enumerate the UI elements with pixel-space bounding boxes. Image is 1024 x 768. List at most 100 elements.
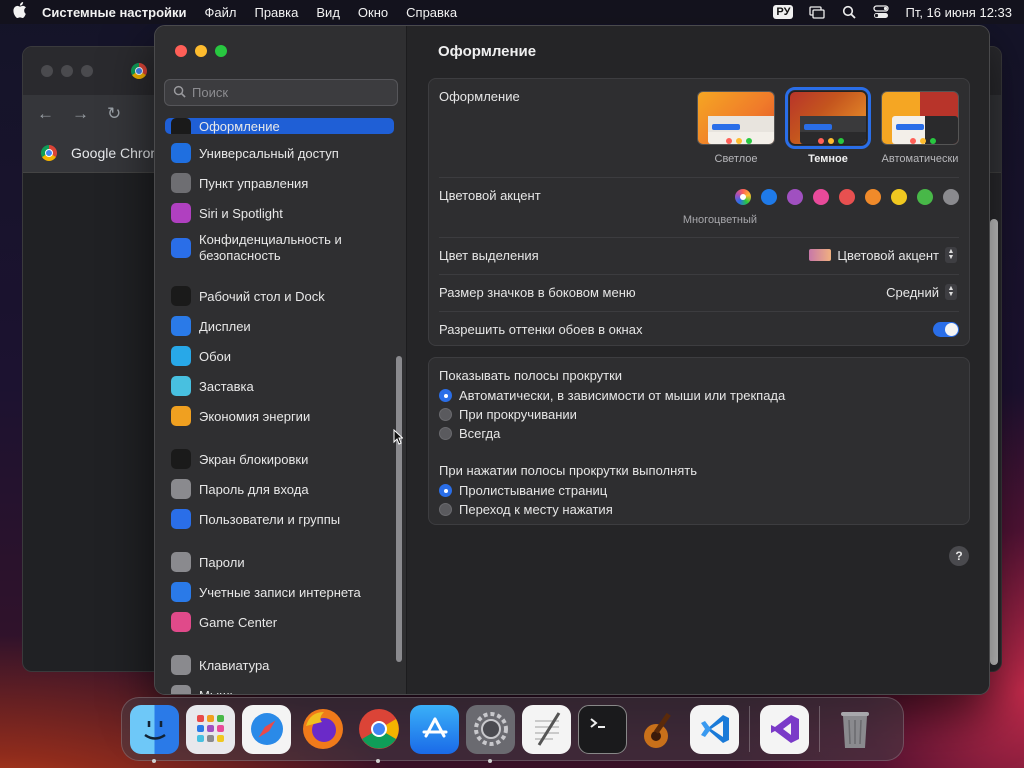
sidebar-item[interactable]: Пароли — [165, 547, 394, 577]
sidebar-item[interactable]: Пункт управления — [165, 168, 394, 198]
chrome-minimize-button[interactable] — [61, 65, 73, 77]
input-source-badge[interactable]: РУ — [773, 5, 794, 19]
sidebar-item[interactable]: Конфиденциальность и безопасность — [165, 228, 394, 268]
sidebar-icon-size-value: Средний — [886, 284, 939, 300]
theme-light-option[interactable]: Светлое — [697, 91, 775, 165]
visual-studio-icon[interactable] — [760, 704, 809, 754]
accent-color-swatch[interactable] — [813, 189, 829, 205]
sidebar-item-label: Заставка — [199, 378, 254, 394]
launchpad-icon[interactable] — [186, 704, 235, 754]
wallpaper-tinting-toggle[interactable] — [933, 322, 959, 337]
chrome-close-button[interactable] — [41, 65, 53, 77]
accent-color-swatch[interactable] — [917, 189, 933, 205]
sidebar-item[interactable]: Экономия энергии — [165, 401, 394, 431]
textedit-icon[interactable] — [522, 704, 571, 754]
zoom-window-button[interactable] — [215, 45, 227, 57]
sidebar-item[interactable]: Клавиатура — [165, 650, 394, 680]
sidebar-item-label: Game Center — [199, 614, 278, 630]
accent-color-swatch[interactable] — [761, 189, 777, 205]
sidebar-item[interactable]: Пользователи и группы — [165, 504, 394, 534]
finder-icon[interactable] — [130, 704, 179, 763]
sidebar-item[interactable]: Game Center — [165, 607, 394, 637]
help-button[interactable]: ? — [949, 546, 969, 566]
menu-window[interactable]: Окно — [349, 5, 397, 20]
accent-color-swatch[interactable] — [839, 189, 855, 205]
chrome-zoom-button[interactable] — [81, 65, 93, 77]
theme-dark-option[interactable]: Темное — [785, 87, 871, 165]
sidebar-item[interactable]: Мышь — [165, 680, 394, 694]
sidebar-item[interactable]: Рабочий стол и Dock — [165, 281, 394, 311]
radio-button[interactable] — [439, 389, 452, 402]
menu-edit[interactable]: Правка — [245, 5, 307, 20]
menubar-clock[interactable]: Пт, 16 июня 12:33 — [905, 5, 1012, 20]
chrome-icon[interactable] — [354, 705, 403, 763]
theme-auto-option[interactable]: Автоматически — [881, 91, 959, 165]
accent-color-swatch[interactable] — [787, 189, 803, 205]
theme-dark-thumbnail[interactable] — [785, 87, 871, 149]
sidebar-item[interactable]: Учетные записи интернета — [165, 577, 394, 607]
key-icon — [171, 552, 191, 572]
highlight-swatch — [809, 249, 832, 261]
sidebar-search-field[interactable]: Поиск — [164, 79, 398, 106]
scrollbars-scrolling-radio[interactable]: При прокручивании — [439, 407, 577, 422]
highlight-color-popup[interactable]: Цветовой акцент ▲ ▼ — [809, 247, 957, 263]
accent-color-swatch[interactable] — [865, 189, 881, 205]
sidebar-item-label: Универсальный доступ — [199, 145, 339, 161]
sidebar-icon-size-popup[interactable]: Средний ▲ ▼ — [886, 284, 957, 300]
sidebar-item[interactable]: Пароль для входа — [165, 474, 394, 504]
sidebar-item[interactable]: Заставка — [165, 371, 394, 401]
back-arrow-icon[interactable]: ← — [37, 104, 54, 124]
sidebar-item[interactable]: Обои — [165, 341, 394, 371]
chrome-tab-favicon-icon[interactable] — [131, 63, 147, 79]
radio-button[interactable] — [439, 503, 452, 516]
forward-arrow-icon[interactable]: → — [72, 104, 89, 124]
sidebar-item[interactable]: Siri и Spotlight — [165, 198, 394, 228]
sidebar-item[interactable]: Дисплеи — [165, 311, 394, 341]
sidebar-item[interactable]: Универсальный доступ — [165, 138, 394, 168]
close-window-button[interactable] — [175, 45, 187, 57]
accent-color-caption: Многоцветный — [682, 214, 757, 226]
app-store-icon[interactable] — [410, 704, 459, 754]
reload-icon[interactable]: ↻ — [107, 104, 121, 124]
sidebar-item[interactable]: Экран блокировки — [165, 444, 394, 474]
chrome-bookmark-item[interactable]: Google Chrom — [71, 145, 162, 161]
accent-color-swatch[interactable] — [735, 189, 751, 205]
garageband-icon[interactable] — [634, 705, 683, 754]
scrollbars-auto-radio[interactable]: Автоматически, в зависимости от мыши или… — [439, 388, 785, 403]
theme-auto-thumbnail[interactable] — [881, 91, 959, 145]
accent-color-swatch[interactable] — [891, 189, 907, 205]
sidebar-scrollbar[interactable] — [396, 356, 402, 662]
system-settings-icon[interactable] — [466, 704, 515, 763]
scrollbars-always-radio[interactable]: Всегда — [439, 426, 500, 441]
click-next-page-radio[interactable]: Пролистывание страниц — [439, 483, 607, 498]
app-menu[interactable]: Системные настройки — [40, 5, 196, 20]
screen-mirroring-icon[interactable] — [809, 5, 826, 19]
menu-view[interactable]: Вид — [307, 5, 349, 20]
theme-light-thumbnail[interactable] — [697, 91, 775, 145]
apple-menu-icon[interactable] — [0, 2, 40, 22]
radio-button[interactable] — [439, 427, 452, 440]
radio-button[interactable] — [439, 408, 452, 421]
screensaver-icon — [171, 376, 191, 396]
sidebar-item[interactable]: Оформление — [165, 118, 394, 134]
spotlight-search-icon[interactable] — [841, 5, 857, 19]
terminal-icon[interactable] — [578, 704, 627, 754]
desktop-dock-icon — [171, 286, 191, 306]
minimize-window-button[interactable] — [195, 45, 207, 57]
divider — [439, 311, 959, 312]
menu-file[interactable]: Файл — [196, 5, 246, 20]
menu-help[interactable]: Справка — [397, 5, 466, 20]
settings-sidebar: Поиск Оформление Универсальный доступ Пунк… — [155, 26, 407, 694]
click-jump-spot-radio[interactable]: Переход к месту нажатия — [439, 502, 613, 517]
radio-label: При прокручивании — [459, 407, 577, 422]
accent-color-swatch[interactable] — [943, 189, 959, 205]
radio-button[interactable] — [439, 484, 452, 497]
vscode-icon[interactable] — [690, 704, 739, 754]
sidebar-list: Оформление Универсальный доступ Пункт упра… — [155, 116, 406, 694]
firefox-icon[interactable] — [298, 705, 347, 754]
control-center-icon[interactable] — [873, 5, 890, 19]
safari-icon[interactable] — [242, 704, 291, 754]
trash-icon[interactable] — [830, 705, 879, 754]
